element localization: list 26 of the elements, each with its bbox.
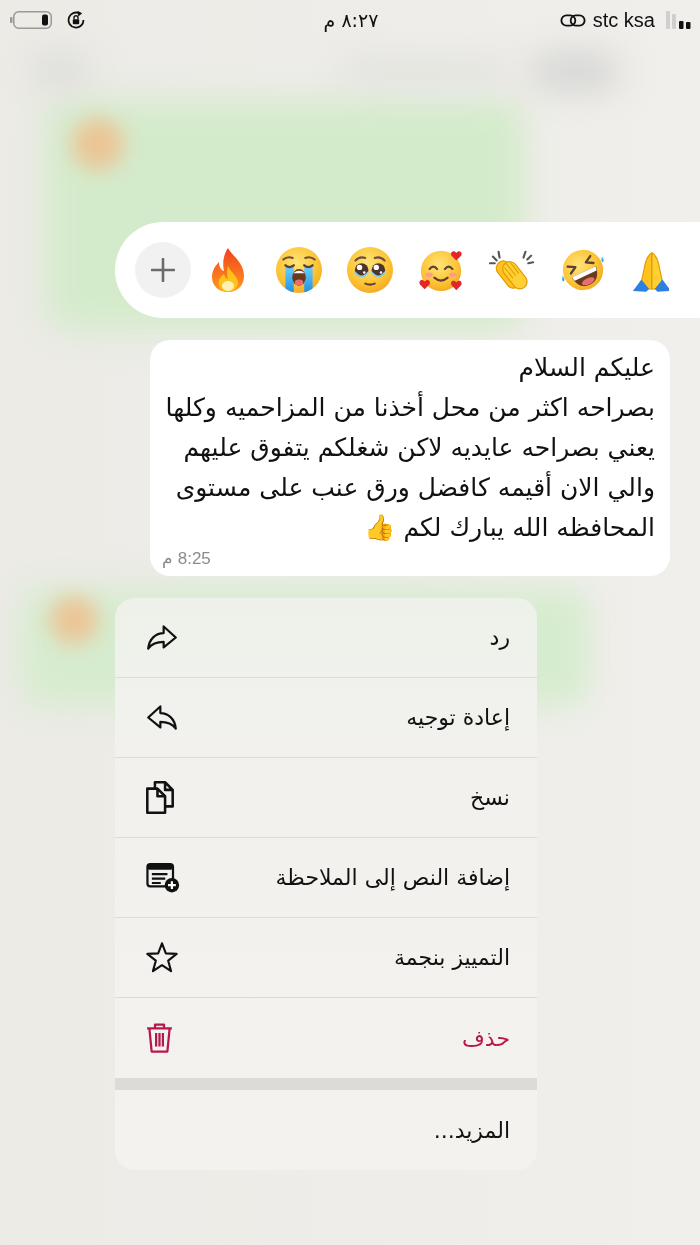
carrier-name: stc ksa: [592, 8, 655, 32]
signal-icon: [666, 11, 692, 29]
menu-item[interactable]: رد: [115, 598, 537, 678]
star-icon: [146, 942, 178, 973]
pleading-face-icon[interactable]: [347, 247, 393, 293]
message-time: 8:25 م: [162, 548, 211, 570]
plus-icon: [151, 258, 175, 282]
curved-arrow-left-icon: [146, 704, 178, 731]
menu-item[interactable]: نسخ: [115, 758, 537, 838]
link-icon: [559, 12, 586, 28]
curved-arrow-right-icon: [146, 624, 178, 651]
menu-item[interactable]: إعادة توجيه: [115, 678, 537, 758]
menu-item[interactable]: التمييز بنجمة: [115, 918, 537, 998]
battery-icon: [10, 11, 52, 29]
copy-icon: [146, 781, 174, 814]
note-plus-icon: [146, 862, 180, 893]
laughing-face-icon[interactable]: [560, 247, 606, 293]
message-text: عليكم السلام بصراحه اكثر من محل أخذنا من المزاحميه وكلها يعني بصراحه عايديه لاكن شغلكم يتفوق عليهم والي الان أقيمه كافضل ورق عنب على مستوى المحافظه الله يبارك لكم 👍: [164, 352, 655, 544]
rotation-lock-icon: [66, 10, 86, 30]
trash-icon: [146, 1023, 173, 1053]
status-time: ٨:٢٧ م: [323, 9, 379, 31]
menu-item[interactable]: المزيد...: [115, 1090, 537, 1170]
add-reaction-button[interactable]: [135, 242, 191, 298]
menu-item[interactable]: إضافة النص إلى الملاحظة: [115, 838, 537, 918]
crying-face-icon[interactable]: [276, 247, 322, 293]
menu-item[interactable]: حذف: [115, 998, 537, 1078]
